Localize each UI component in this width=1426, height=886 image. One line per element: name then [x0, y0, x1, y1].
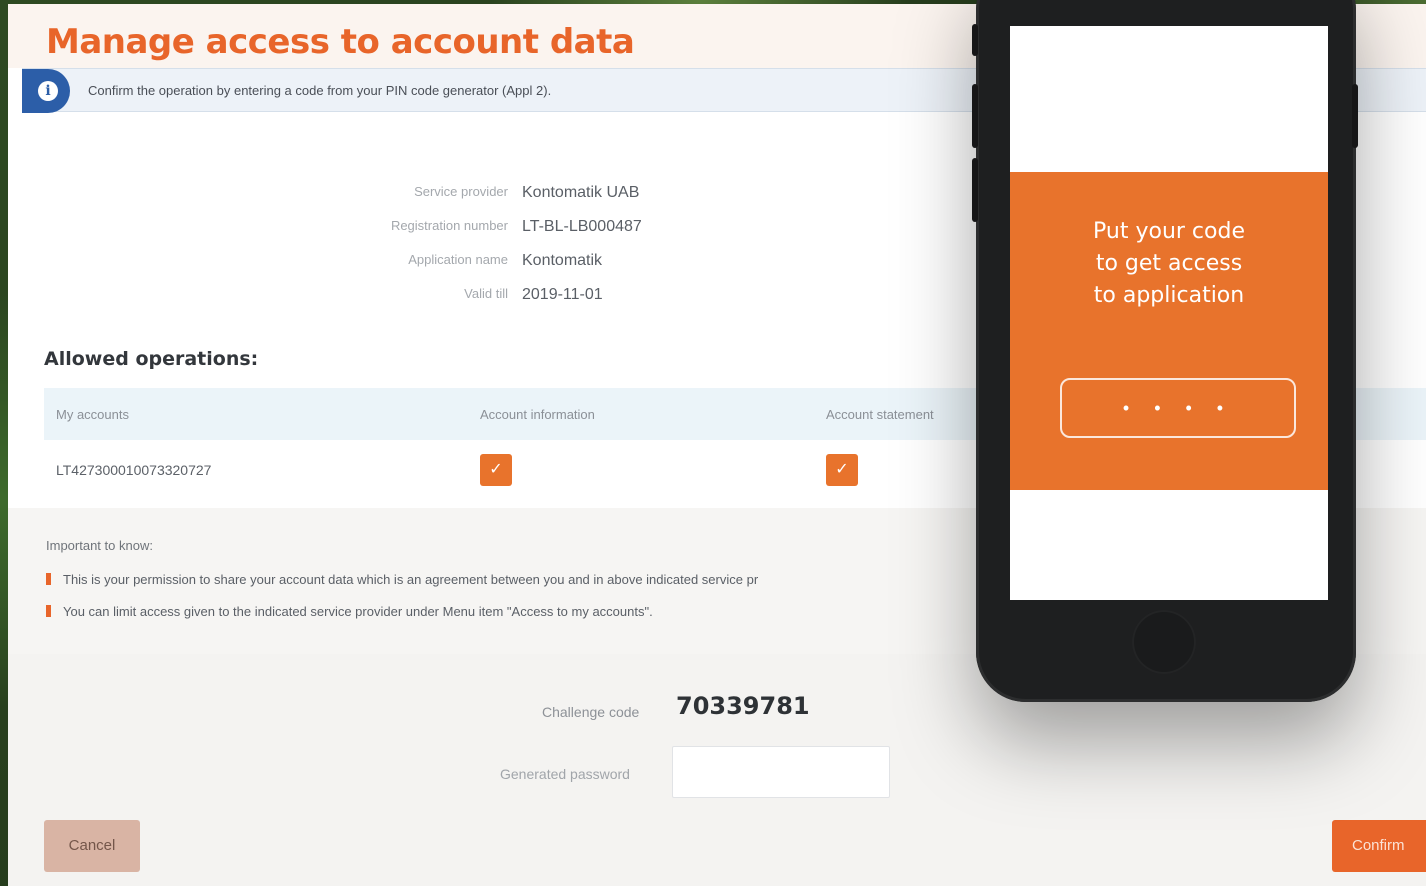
detail-label: Service provider: [414, 184, 508, 199]
phone-side-button: [972, 24, 978, 56]
phone-side-button: [1352, 84, 1358, 148]
account-number: LT427300010073320727: [56, 462, 212, 478]
info-message: Confirm the operation by entering a code…: [88, 83, 552, 98]
phone-screen: Put your code to get access to applicati…: [1010, 26, 1328, 600]
challenge-code: 70339781: [676, 692, 810, 720]
detail-row-registration: Registration number: [8, 218, 508, 238]
phone-side-button: [972, 84, 978, 148]
detail-label: Valid till: [464, 286, 508, 301]
phone-code-input[interactable]: • • • •: [1060, 378, 1296, 438]
important-item: You can limit access given to the indica…: [46, 604, 653, 619]
account-statement-checkbox[interactable]: ✓: [826, 454, 858, 486]
phone-mockup: Put your code to get access to applicati…: [972, 0, 1358, 702]
detail-row-provider: Service provider: [8, 184, 508, 204]
detail-row-application: Application name: [8, 252, 508, 272]
code-prompt-line: to get access: [1095, 251, 1243, 276]
detail-value: Kontomatik: [522, 252, 603, 269]
detail-value: Kontomatik UAB: [522, 184, 640, 201]
challenge-label: Challenge code: [542, 704, 640, 720]
code-prompt-panel: Put your code to get access to applicati…: [1010, 172, 1328, 490]
generated-password-input[interactable]: [672, 746, 890, 798]
code-prompt-line: Put your code: [1093, 219, 1245, 244]
column-header: Account statement: [826, 407, 934, 422]
confirm-button[interactable]: Confirm: [1332, 820, 1426, 872]
detail-label: Application name: [408, 252, 508, 267]
column-header: Account information: [480, 407, 595, 422]
phone-home-button: [1132, 610, 1196, 674]
cancel-button[interactable]: Cancel: [44, 820, 140, 872]
detail-row-valid-till: Valid till: [8, 286, 508, 306]
info-icon: i: [22, 69, 70, 113]
important-item-text: You can limit access given to the indica…: [63, 604, 653, 619]
allowed-operations-title: Allowed operations:: [44, 348, 259, 370]
detail-label: Registration number: [390, 218, 508, 233]
password-label: Generated password: [500, 766, 630, 782]
check-icon: ✓: [489, 461, 503, 478]
important-title: Important to know:: [46, 538, 153, 553]
code-prompt: Put your code to get access to applicati…: [1010, 216, 1328, 312]
detail-value: LT-BL-LB000487: [522, 218, 642, 235]
phone-side-button: [972, 158, 978, 222]
column-header: My accounts: [56, 407, 129, 422]
detail-value: 2019-11-01: [522, 286, 603, 303]
check-icon: ✓: [835, 461, 849, 478]
bullet-marker: [46, 605, 51, 617]
account-information-checkbox[interactable]: ✓: [480, 454, 512, 486]
important-item: This is your permission to share your ac…: [46, 572, 758, 587]
important-item-text: This is your permission to share your ac…: [63, 572, 759, 587]
page-title: Manage access to account data: [46, 22, 635, 62]
code-prompt-line: to application: [1093, 283, 1245, 308]
bullet-marker: [46, 573, 51, 585]
